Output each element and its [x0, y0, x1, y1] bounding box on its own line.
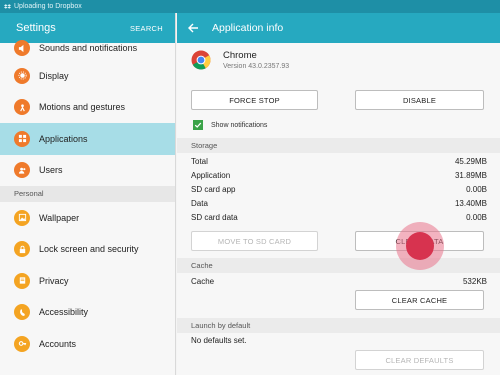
- sidebar-item-users[interactable]: Users: [0, 155, 175, 187]
- apps-grid-icon: [14, 130, 30, 147]
- storage-row-total: Total 45.29MB: [191, 155, 487, 168]
- motion-icon: [14, 99, 30, 116]
- sidebar-item-label: Accessibility: [39, 307, 89, 318]
- cache-header: Cache: [177, 258, 500, 273]
- storage-row-sd-card-data: SD card data 0.00B: [191, 211, 487, 224]
- sidebar-item-accessibility[interactable]: Accessibility: [0, 297, 175, 329]
- users-icon: [14, 162, 30, 179]
- storage-value: 45.29MB: [454, 157, 487, 166]
- sidebar-item-motions[interactable]: Motions and gestures: [0, 92, 175, 124]
- page-title: Application info: [212, 22, 284, 34]
- storage-value: 31.89MB: [454, 171, 487, 180]
- app-info-header: Application info: [177, 13, 500, 43]
- sidebar-item-applications[interactable]: Applications: [0, 123, 175, 155]
- show-notifications-row[interactable]: Show notifications: [193, 120, 267, 130]
- storage-label: Total: [191, 157, 208, 166]
- storage-row-sd-card-app: SD card app 0.00B: [191, 183, 487, 196]
- app-info-pane: Application info Chrome Version 43.0.235…: [177, 13, 500, 375]
- sidebar-item-label: Motions and gestures: [39, 102, 126, 113]
- cache-label: Cache: [191, 277, 215, 286]
- no-defaults-text: No defaults set.: [191, 336, 247, 345]
- chrome-icon: [191, 50, 211, 70]
- show-notifications-label: Show notifications: [211, 121, 268, 129]
- sidebar-item-wallpaper[interactable]: Wallpaper: [0, 202, 175, 234]
- show-notifications-checkbox[interactable]: [193, 120, 203, 130]
- storage-header: Storage: [177, 138, 500, 153]
- display-icon: [14, 67, 30, 84]
- storage-value: 0.00B: [466, 185, 487, 194]
- clear-cache-button[interactable]: CLEAR CACHE: [355, 290, 484, 310]
- privacy-icon: [14, 272, 30, 289]
- sidebar-item-label: Lock screen and security: [39, 244, 139, 255]
- settings-header: Settings SEARCH: [0, 13, 175, 43]
- storage-value: 13.40MB: [454, 199, 487, 208]
- storage-row-application: Application 31.89MB: [191, 169, 487, 182]
- sidebar-item-label: Applications: [39, 133, 88, 144]
- status-bar: Uploading to Dropbox: [0, 0, 500, 13]
- storage-label: Data: [191, 199, 208, 208]
- app-summary: Chrome Version 43.0.2357.93: [191, 50, 289, 70]
- key-icon: [14, 335, 30, 352]
- touch-indicator: [406, 232, 434, 260]
- cache-row: Cache 532KB: [191, 275, 487, 288]
- disable-button[interactable]: DISABLE: [355, 90, 484, 110]
- sidebar-item-label: Accounts: [39, 338, 77, 349]
- section-header-personal: Personal: [0, 186, 175, 202]
- launch-default-header: Launch by default: [177, 318, 500, 333]
- force-stop-button[interactable]: FORCE STOP: [191, 90, 318, 110]
- storage-row-data: Data 13.40MB: [191, 197, 487, 210]
- sidebar-item-lock-screen[interactable]: Lock screen and security: [0, 234, 175, 266]
- dropbox-icon: [4, 3, 11, 9]
- storage-label: Application: [191, 171, 231, 180]
- sidebar-item-sounds[interactable]: Sounds and notifications: [0, 40, 175, 60]
- lock-icon: [14, 241, 30, 258]
- sidebar-item-label: Users: [39, 165, 63, 176]
- search-button[interactable]: SEARCH: [130, 24, 163, 33]
- checkmark-icon: [194, 122, 202, 128]
- status-text: Uploading to Dropbox: [14, 3, 82, 10]
- back-arrow-icon[interactable]: [187, 22, 199, 34]
- storage-value: 0.00B: [466, 213, 487, 222]
- sidebar-item-accounts[interactable]: Accounts: [0, 328, 175, 360]
- sidebar-item-label: Sounds and notifications: [39, 43, 138, 53]
- move-to-sd-card-button[interactable]: MOVE TO SD CARD: [191, 231, 318, 251]
- wallpaper-icon: [14, 209, 30, 226]
- screen: Uploading to Dropbox Settings SEARCH Sou…: [0, 0, 500, 375]
- clear-defaults-button[interactable]: CLEAR DEFAULTS: [355, 350, 484, 370]
- app-version: Version 43.0.2357.93: [223, 63, 290, 70]
- sidebar-item-label: Privacy: [39, 275, 69, 286]
- settings-title: Settings: [16, 22, 56, 34]
- sidebar-item-display[interactable]: Display: [0, 60, 175, 92]
- sidebar-item-privacy[interactable]: Privacy: [0, 265, 175, 297]
- cache-value: 532KB: [462, 277, 487, 286]
- sidebar-item-label: Display: [39, 70, 69, 81]
- app-name: Chrome: [223, 50, 257, 61]
- storage-label: SD card data: [191, 213, 238, 222]
- sound-icon: [14, 40, 30, 56]
- sidebar-item-label: Wallpaper: [39, 212, 80, 223]
- storage-label: SD card app: [191, 185, 236, 194]
- settings-pane: Settings SEARCH Sounds and notifications…: [0, 13, 176, 375]
- accessibility-icon: [14, 304, 30, 321]
